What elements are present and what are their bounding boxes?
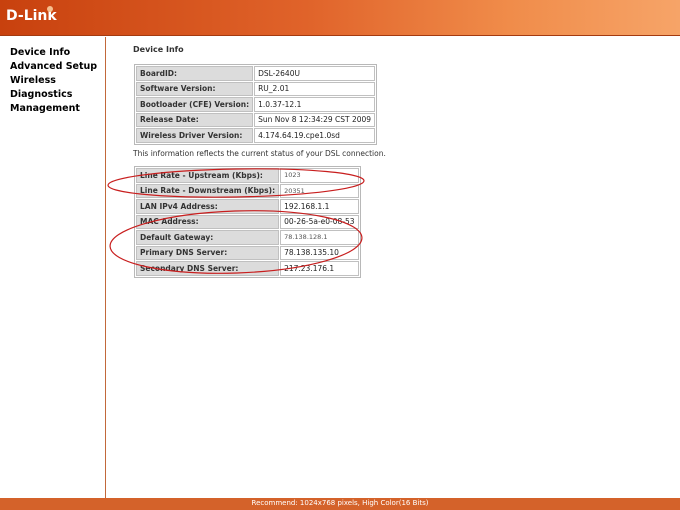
default-gateway-value: 78.138.128.1: [280, 230, 359, 245]
software-version-value: RU_2.01: [254, 81, 376, 96]
upstream-rate-value: 1023: [280, 168, 359, 183]
table-row: BoardID: DSL-2640U: [136, 66, 376, 81]
footer-recommendation: Recommend: 1024x768 pixels, High Color(1…: [251, 499, 429, 507]
table-row: Line Rate - Upstream (Kbps): 1023: [136, 168, 359, 183]
table-row: MAC Address: 00-26-5a-e0-08-53: [136, 214, 359, 229]
downstream-rate-label: Line Rate - Downstream (Kbps):: [136, 183, 280, 198]
footer-bar: Recommend: 1024x768 pixels, High Color(1…: [0, 498, 680, 510]
sidebar-item-management[interactable]: Management: [10, 103, 80, 114]
page-title: Device Info: [133, 45, 184, 54]
connection-info-table: Line Rate - Upstream (Kbps): 1023 Line R…: [134, 166, 361, 278]
wireless-driver-version-value: 4.174.64.19.cpe1.0sd: [254, 128, 376, 143]
lan-ipv4-value: 192.168.1.1: [280, 199, 359, 214]
upstream-rate-label: Line Rate - Upstream (Kbps):: [136, 168, 280, 183]
board-id-label: BoardID:: [136, 66, 254, 81]
table-row: LAN IPv4 Address: 192.168.1.1: [136, 199, 359, 214]
sidebar: Device Info Advanced Setup Wireless Diag…: [0, 37, 106, 498]
secondary-dns-label: Secondary DNS Server:: [136, 261, 280, 276]
device-info-table: BoardID: DSL-2640U Software Version: RU_…: [134, 64, 378, 145]
table-row: Bootloader (CFE) Version: 1.0.37-12.1: [136, 97, 376, 112]
table-row: Release Date: Sun Nov 8 12:34:29 CST 200…: [136, 112, 376, 127]
release-date-label: Release Date:: [136, 112, 254, 127]
header-bar: D-Link: [0, 0, 680, 36]
bootloader-version-label: Bootloader (CFE) Version:: [136, 97, 254, 112]
default-gateway-label: Default Gateway:: [136, 230, 280, 245]
mac-address-label: MAC Address:: [136, 214, 280, 229]
status-note: This information reflects the current st…: [133, 149, 386, 158]
main-content: Device Info BoardID: DSL-2640U Software …: [107, 37, 680, 498]
board-id-value: DSL-2640U: [254, 66, 376, 81]
primary-dns-label: Primary DNS Server:: [136, 245, 280, 260]
table-row: Wireless Driver Version: 4.174.64.19.cpe…: [136, 128, 376, 143]
mac-address-value: 00-26-5a-e0-08-53: [280, 214, 359, 229]
downstream-rate-value: 20351: [280, 183, 359, 198]
release-date-value: Sun Nov 8 12:34:29 CST 2009: [254, 112, 376, 127]
secondary-dns-value: 217.23.176.1: [280, 261, 359, 276]
sidebar-item-advanced-setup[interactable]: Advanced Setup: [10, 61, 97, 72]
sidebar-item-device-info[interactable]: Device Info: [10, 47, 70, 58]
table-row: Software Version: RU_2.01: [136, 81, 376, 96]
primary-dns-value: 78.138.135.10: [280, 245, 359, 260]
lan-ipv4-label: LAN IPv4 Address:: [136, 199, 280, 214]
table-row: Line Rate - Downstream (Kbps): 20351: [136, 183, 359, 198]
table-row: Secondary DNS Server: 217.23.176.1: [136, 261, 359, 276]
bootloader-version-value: 1.0.37-12.1: [254, 97, 376, 112]
wireless-driver-version-label: Wireless Driver Version:: [136, 128, 254, 143]
logo-dot-icon: [47, 6, 53, 12]
sidebar-item-diagnostics[interactable]: Diagnostics: [10, 89, 72, 100]
table-row: Primary DNS Server: 78.138.135.10: [136, 245, 359, 260]
sidebar-item-wireless[interactable]: Wireless: [10, 75, 56, 86]
software-version-label: Software Version:: [136, 81, 254, 96]
table-row: Default Gateway: 78.138.128.1: [136, 230, 359, 245]
